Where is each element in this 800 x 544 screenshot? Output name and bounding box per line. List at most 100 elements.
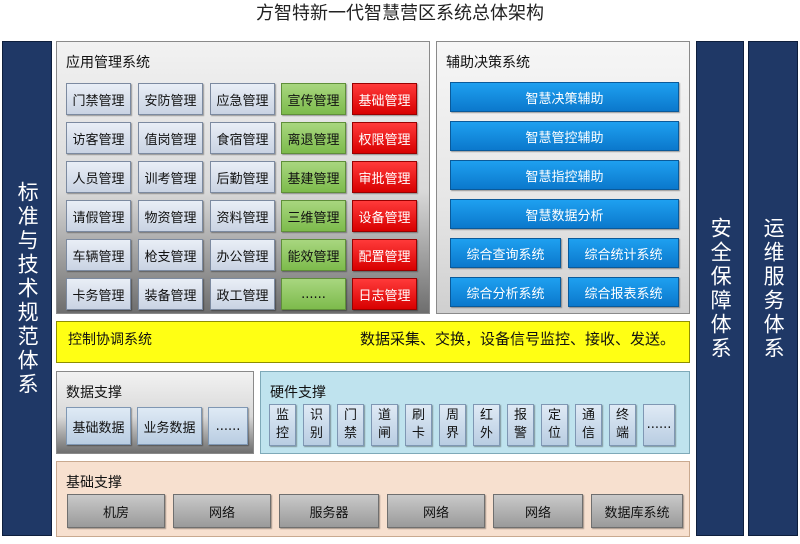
hardware-item-char: 终 (615, 408, 629, 423)
hardware-item-char: 警 (513, 426, 527, 441)
hardware-item-box: 识别 (303, 404, 330, 446)
app-module-box: 人员管理 (66, 161, 131, 193)
data-support-panel: 数据支撑 基础数据 业务数据...... (56, 371, 254, 454)
hardware-item-box: 红外 (473, 404, 500, 446)
hardware-item-box: 刷卡 (405, 404, 432, 446)
hardware-item-char: 位 (547, 426, 561, 441)
hardware-item-char: 刷 (411, 408, 425, 423)
app-mgmt-title: 应用管理系统 (66, 55, 150, 71)
decision-title: 辅助决策系统 (446, 55, 530, 71)
app-module-box: 应急管理 (210, 83, 275, 115)
hardware-item-char: 通 (581, 408, 595, 423)
app-module-box: 车辆管理 (66, 239, 131, 271)
standards-pillar: 标准与技术规范体系 (2, 41, 52, 536)
hardware-item-char: 外 (479, 426, 493, 441)
app-module-box: 卡务管理 (66, 278, 131, 310)
app-module-box: 设备管理 (352, 200, 417, 232)
base-support-box: 网络 (387, 494, 485, 528)
app-module-box: 离退管理 (281, 122, 346, 154)
decision-subsystem-box: 综合统计系统 (568, 238, 679, 268)
hardware-item-char: 识 (309, 408, 323, 423)
hardware-item-char: 报 (513, 408, 527, 423)
standards-pillar-label: 标准与技术规范体系 (15, 180, 40, 397)
app-module-box: 基础管理 (352, 83, 417, 115)
decision-item-box: 智慧指控辅助 (450, 160, 679, 190)
hardware-panel: 硬件支撑 监控识别门禁道闸刷卡周界红外报警定位通信终端...... (260, 371, 690, 454)
app-module-box: 日志管理 (352, 278, 417, 310)
hardware-item-char: 界 (445, 426, 459, 441)
hardware-title: 硬件支撑 (270, 385, 326, 401)
ops-pillar-label: 运维服务体系 (761, 216, 786, 361)
decision-panel: 辅助决策系统 智慧决策辅助 智慧管控辅助 智慧指控辅助 智慧数据分析 综合查询系统 综合统… (436, 41, 690, 314)
hardware-item-char: 信 (581, 426, 595, 441)
app-module-box: 安防管理 (138, 83, 203, 115)
hardware-item-char: 闸 (377, 426, 391, 441)
app-module-box: 枪支管理 (138, 239, 203, 271)
base-support-box: 网络 (173, 494, 271, 528)
hardware-item-box: 终端 (609, 404, 636, 446)
app-module-box: 资料管理 (210, 200, 275, 232)
hardware-item-box: 监控 (269, 404, 296, 446)
hardware-item-char: 道 (377, 408, 391, 423)
app-module-box: 值岗管理 (138, 122, 203, 154)
decision-item-box: 智慧数据分析 (450, 199, 679, 229)
control-desc: 数据采集、交换，设备信号监控、接收、发送。 (360, 330, 676, 348)
hardware-item-char: 红 (479, 408, 493, 423)
app-module-box: 宣传管理 (281, 83, 346, 115)
base-support-box: 服务器 (279, 494, 379, 528)
hardware-item-char: 定 (547, 408, 561, 423)
hardware-item-char: 门 (343, 408, 357, 423)
base-support-box: 数据库系统 (591, 494, 683, 528)
base-support-box: 机房 (67, 494, 165, 528)
app-module-box: 请假管理 (66, 200, 131, 232)
app-module-box: 物资管理 (138, 200, 203, 232)
app-module-box: 三维管理 (281, 200, 346, 232)
app-module-box: 审批管理 (352, 161, 417, 193)
hardware-item-char: ...... (646, 417, 672, 432)
base-panel: 基础支撑 机房 网络 服务器 网络 网络 数据库系统 (56, 461, 690, 537)
base-support-box: 网络 (493, 494, 583, 528)
base-title: 基础支撑 (66, 475, 122, 491)
security-pillar: 安全保障体系 (696, 41, 744, 536)
data-support-box: 业务数据 (137, 407, 202, 445)
hardware-item-box: 门禁 (337, 404, 364, 446)
app-module-box: 装备管理 (138, 278, 203, 310)
app-module-box: 基建管理 (281, 161, 346, 193)
decision-subsystem-box: 综合查询系统 (450, 238, 561, 268)
app-module-box: 办公管理 (210, 239, 275, 271)
app-module-box: 权限管理 (352, 122, 417, 154)
hardware-item-box: 周界 (439, 404, 466, 446)
hardware-item-box: 定位 (541, 404, 568, 446)
hardware-item-box: 通信 (575, 404, 602, 446)
data-support-box: 基础数据 (66, 407, 131, 445)
hardware-item-box: ...... (643, 404, 675, 446)
decision-subsystem-box: 综合报表系统 (568, 277, 679, 307)
ops-pillar: 运维服务体系 (748, 41, 798, 536)
diagram-title: 方智特新一代智慧营区系统总体架构 (256, 3, 544, 24)
hardware-item-box: 报警 (507, 404, 534, 446)
hardware-item-char: 控 (275, 426, 289, 441)
app-module-box: 能效管理 (281, 239, 346, 271)
app-module-box: 后勤管理 (210, 161, 275, 193)
decision-subsystem-box: 综合分析系统 (450, 277, 561, 307)
app-module-box: 训考管理 (138, 161, 203, 193)
decision-item-box: 智慧管控辅助 (450, 121, 679, 151)
hardware-item-char: 禁 (343, 426, 357, 441)
hardware-item-char: 监 (275, 408, 289, 423)
app-module-box: 政工管理 (210, 278, 275, 310)
decision-item-box: 智慧决策辅助 (450, 82, 679, 112)
control-label: 控制协调系统 (68, 332, 152, 348)
app-module-box: 门禁管理 (66, 83, 131, 115)
data-support-title: 数据支撑 (66, 385, 122, 401)
data-support-box: ...... (208, 407, 248, 445)
hardware-item-box: 道闸 (371, 404, 398, 446)
app-module-box: 访客管理 (66, 122, 131, 154)
security-pillar-label: 安全保障体系 (708, 216, 733, 361)
hardware-item-char: 端 (615, 426, 629, 441)
hardware-item-char: 别 (309, 426, 323, 441)
hardware-item-char: 周 (445, 408, 459, 423)
hardware-item-char: 卡 (411, 426, 425, 441)
app-module-box: 配置管理 (352, 239, 417, 271)
app-mgmt-panel: 应用管理系统 门禁管理访客管理人员管理请假管理车辆管理卡务管理 安防管理值岗管理训… (56, 41, 430, 314)
control-bar: 控制协调系统 数据采集、交换，设备信号监控、接收、发送。 (56, 321, 690, 363)
